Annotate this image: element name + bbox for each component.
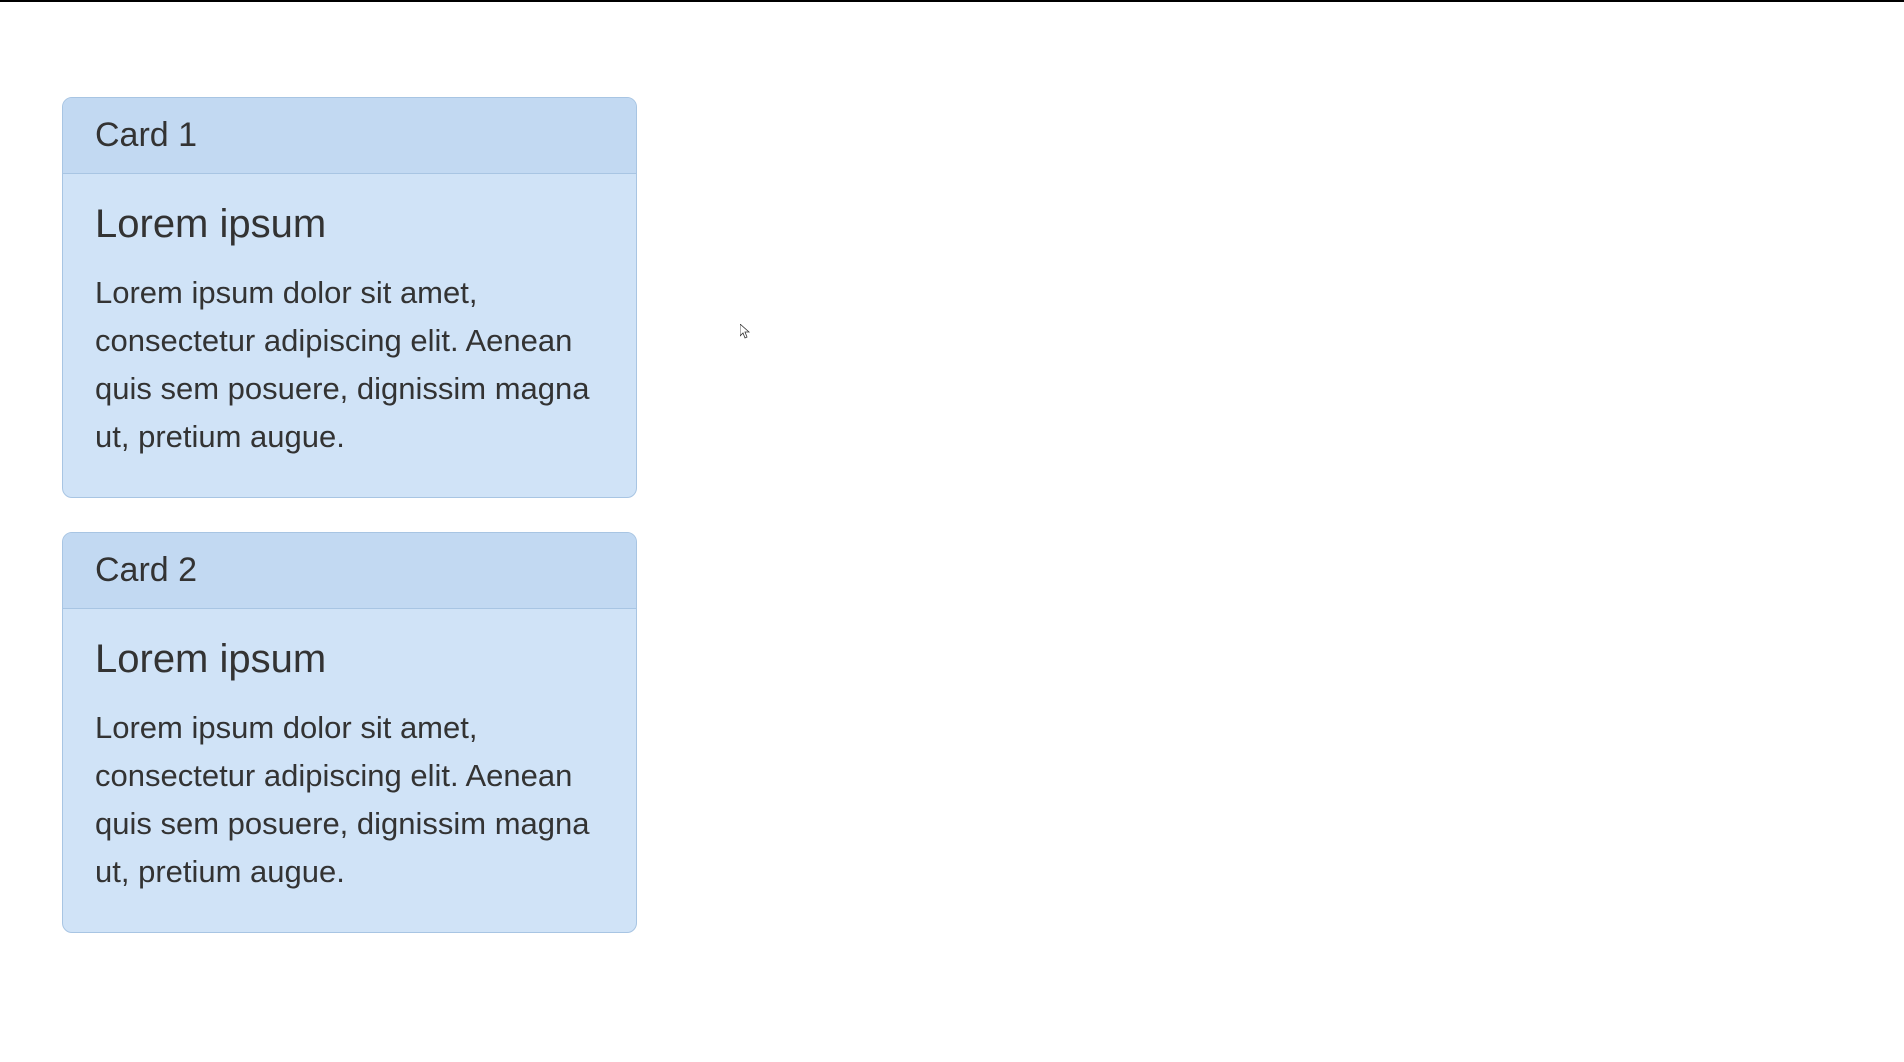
card-1-header-title: Card 1	[95, 116, 604, 155]
cards-container: Card 1 Lorem ipsum Lorem ipsum dolor sit…	[0, 2, 1904, 1062]
card-1-body: Lorem ipsum Lorem ipsum dolor sit amet, …	[63, 174, 636, 497]
card-2: Card 2 Lorem ipsum Lorem ipsum dolor sit…	[62, 532, 637, 933]
card-1: Card 1 Lorem ipsum Lorem ipsum dolor sit…	[62, 97, 637, 498]
card-2-body-text: Lorem ipsum dolor sit amet, consectetur …	[95, 704, 604, 896]
card-2-body: Lorem ipsum Lorem ipsum dolor sit amet, …	[63, 609, 636, 932]
card-1-body-title: Lorem ipsum	[95, 202, 604, 247]
card-1-header: Card 1	[63, 98, 636, 174]
card-2-header-title: Card 2	[95, 551, 604, 590]
card-2-body-title: Lorem ipsum	[95, 637, 604, 682]
card-2-header: Card 2	[63, 533, 636, 609]
card-1-body-text: Lorem ipsum dolor sit amet, consectetur …	[95, 269, 604, 461]
